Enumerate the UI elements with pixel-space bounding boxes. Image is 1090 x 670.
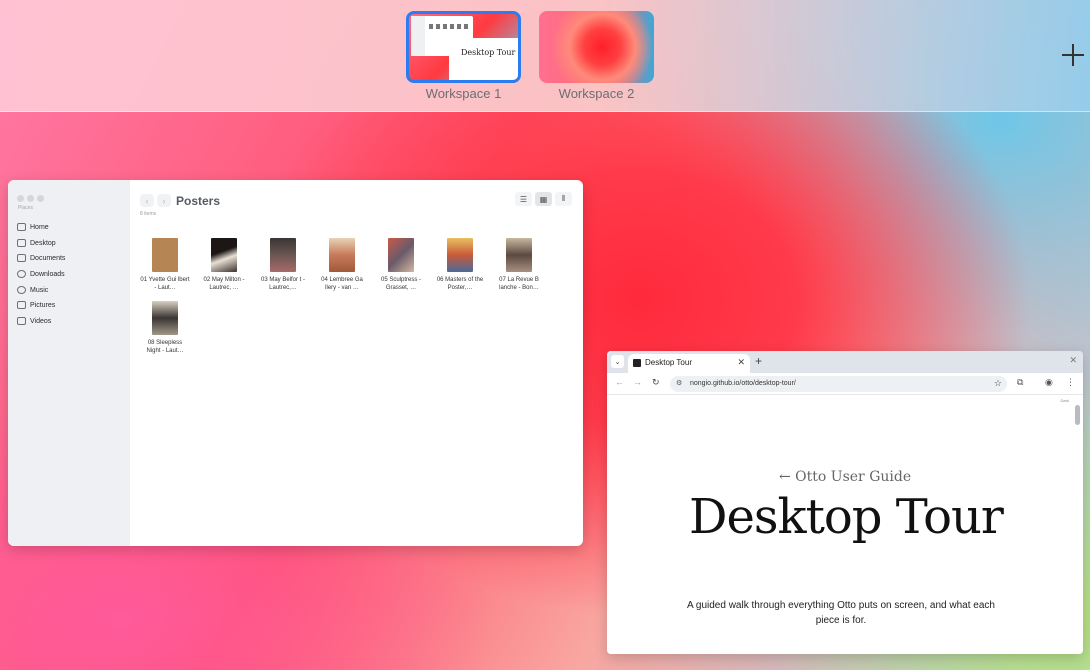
file-item[interactable]: 06 Masters of the Poster,…	[434, 238, 486, 292]
sidebar-item-label: Pictures	[30, 301, 56, 309]
poster-thumbnail	[270, 238, 296, 272]
file-manager-sidebar: Places Home Desktop Documents Downloads …	[8, 180, 130, 546]
list-view-icon[interactable]: ☰	[515, 192, 532, 206]
sidebar-header: Places	[18, 205, 34, 211]
file-item[interactable]: 01 Yvette Gui lbert - Laut…	[139, 238, 191, 292]
file-name: 01 Yvette Gui lbert - Laut…	[140, 277, 190, 291]
file-name: 06 Masters of the Poster,…	[436, 277, 484, 291]
home-icon	[17, 223, 26, 231]
browser-window: ⌄ Desktop Tour ✕ + ✕ ← → ↻ ⚙ nongio.gith…	[607, 351, 1083, 654]
tab-title: Desktop Tour	[645, 358, 692, 367]
workspace-1-label[interactable]: Workspace 1	[406, 86, 521, 101]
workspace-1-thumbnail[interactable]: Desktop Tour	[406, 11, 521, 83]
file-item[interactable]: 07 La Revue B lanche - Bon…	[493, 238, 545, 292]
folder-title: Posters	[176, 194, 221, 208]
nav-arrows: ‹ ›	[140, 194, 174, 207]
videos-icon	[17, 317, 26, 325]
profile-icon[interactable]: ◉	[1045, 377, 1053, 388]
sidebar-item-label: Documents	[30, 254, 66, 262]
poster-thumbnail	[211, 238, 237, 272]
file-name: 02 May Milton - Lautrec, …	[203, 277, 245, 291]
extensions-icon[interactable]: ⧉	[1017, 377, 1023, 388]
sidebar-item-label: Music	[30, 286, 49, 294]
sidebar-item-label: Desktop	[30, 239, 56, 247]
page-title: Desktop Tour	[689, 489, 1004, 545]
column-view-icon[interactable]: ⫴	[555, 192, 572, 206]
sidebar-item-label: Home	[30, 223, 49, 231]
site-favicon-icon	[633, 359, 641, 367]
workspace-bar: Desktop Tour Workspace 1 Workspace 2	[0, 0, 1090, 112]
page-scrollbar[interactable]	[1075, 405, 1080, 425]
poster-thumbnail	[447, 238, 473, 272]
file-manager-window: Places Home Desktop Documents Downloads …	[8, 180, 583, 546]
file-item[interactable]: 08 Sleepless Night - Laut…	[139, 301, 191, 355]
sidebar-item-pictures[interactable]: Pictures	[17, 298, 55, 312]
grid-view-icon[interactable]: ▦	[535, 192, 552, 206]
workspace-2-label[interactable]: Workspace 2	[539, 86, 654, 101]
file-name: 04 Lembree Ga llery - van …	[321, 277, 363, 291]
poster-thumbnail	[388, 238, 414, 272]
back-to-guide-link[interactable]: ← Otto User Guide	[779, 469, 911, 485]
file-name: 07 La Revue B lanche - Bon…	[499, 277, 539, 291]
browser-toolbar: ← → ↻ ⚙ nongio.github.io/otto/desktop-to…	[607, 373, 1083, 395]
reload-icon[interactable]: ↻	[652, 377, 660, 388]
downloads-icon	[17, 270, 26, 278]
sidebar-item-videos[interactable]: Videos	[17, 314, 51, 328]
url-text: nongio.github.io/otto/desktop-tour/	[690, 380, 796, 387]
poster-thumbnail	[506, 238, 532, 272]
site-info-icon[interactable]: ⚙	[676, 379, 682, 387]
file-item[interactable]: 03 May Belfor t - Lautrec,…	[257, 238, 309, 292]
tab-desktop-tour[interactable]: Desktop Tour ✕	[628, 354, 750, 373]
music-icon	[17, 286, 26, 294]
sidebar-item-desktop[interactable]: Desktop	[17, 236, 56, 250]
file-name: 03 May Belfor t - Lautrec,…	[260, 277, 305, 291]
web-page: Dark ← Otto User Guide Desktop Tour A gu…	[607, 395, 1083, 654]
poster-thumbnail	[329, 238, 355, 272]
mini-browser: Desktop Tour	[449, 38, 518, 80]
forward-arrow-icon[interactable]: ›	[157, 194, 171, 207]
poster-thumbnail	[152, 238, 178, 272]
poster-thumbnail	[152, 301, 178, 335]
sidebar-item-downloads[interactable]: Downloads	[17, 267, 65, 281]
item-count: 8 items	[140, 211, 157, 217]
sidebar-item-music[interactable]: Music	[17, 283, 48, 297]
pictures-icon	[17, 301, 26, 309]
file-name: 05 Sculptress - Grasset, …	[380, 277, 422, 291]
more-menu-icon[interactable]: ⋮	[1066, 377, 1075, 388]
documents-icon	[17, 254, 26, 262]
tab-strip: ⌄ Desktop Tour ✕ + ✕	[607, 351, 1083, 373]
workspace-2-thumbnail[interactable]	[539, 11, 654, 83]
close-tab-icon[interactable]: ✕	[737, 357, 745, 368]
sidebar-item-label: Downloads	[30, 270, 65, 278]
window-close-icon[interactable]: ✕	[1069, 355, 1077, 366]
address-bar[interactable]: ⚙ nongio.github.io/otto/desktop-tour/ ☆	[670, 376, 1007, 392]
file-item[interactable]: 02 May Milton - Lautrec, …	[198, 238, 250, 292]
sidebar-item-label: Videos	[30, 317, 52, 325]
back-arrow-icon[interactable]: ‹	[140, 194, 154, 207]
add-workspace-icon[interactable]	[1060, 42, 1086, 68]
new-tab-icon[interactable]: +	[755, 354, 762, 368]
desktop-icon	[17, 239, 26, 247]
page-lead-text: A guided walk through everything Otto pu…	[687, 600, 995, 626]
back-icon[interactable]: ←	[615, 377, 624, 387]
tab-search-icon[interactable]: ⌄	[611, 355, 624, 368]
file-name: 08 Sleepless Night - Laut…	[146, 340, 184, 354]
mini-browser-title: Desktop Tour	[461, 48, 516, 57]
file-item[interactable]: 05 Sculptress - Grasset, …	[375, 238, 427, 292]
bookmark-star-icon[interactable]: ☆	[994, 378, 1002, 389]
sidebar-item-home[interactable]: Home	[17, 220, 49, 234]
file-manager-content: ‹ › Posters 8 items ☰ ▦ ⫴ 01 Yvette Gui …	[130, 180, 583, 546]
dark-mode-toggle[interactable]: Dark	[1061, 398, 1069, 403]
sidebar-item-documents[interactable]: Documents	[17, 251, 65, 265]
forward-icon[interactable]: →	[633, 377, 642, 387]
view-switcher: ☰ ▦ ⫴	[512, 192, 572, 206]
file-item[interactable]: 04 Lembree Ga llery - van …	[316, 238, 368, 292]
